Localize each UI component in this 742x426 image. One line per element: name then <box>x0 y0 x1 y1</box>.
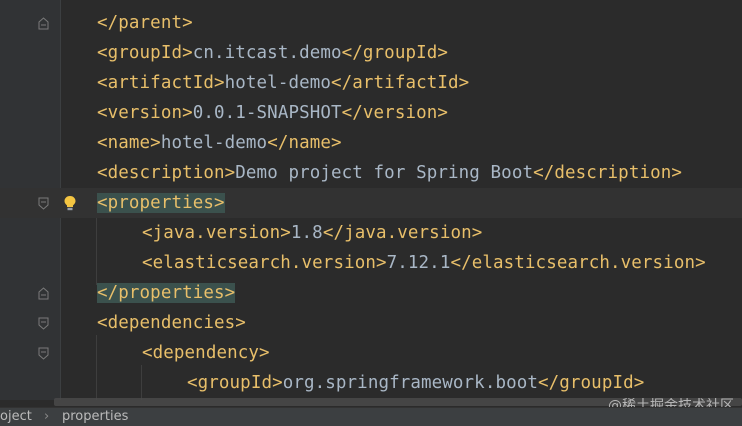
code-text: </parent> <box>97 8 193 38</box>
code-text: <groupId>cn.itcast.demo</groupId> <box>97 38 448 68</box>
code-line[interactable]: <description>Demo project for Spring Boo… <box>0 158 742 188</box>
xml-tag: </parent> <box>97 13 193 33</box>
breadcrumb-bar: oject › properties <box>0 407 742 426</box>
code-text: <groupId>org.springframework.boot</group… <box>187 368 644 398</box>
fold-marker-icon[interactable] <box>38 197 49 210</box>
code-line[interactable]: <elasticsearch.version>7.12.1</elasticse… <box>0 248 742 278</box>
code-line[interactable]: <dependency> <box>0 338 742 368</box>
xml-tag: <artifactId> <box>97 73 225 93</box>
fold-marker-icon[interactable] <box>38 317 49 330</box>
code-editor[interactable]: </parent> <groupId>cn.itcast.demo</groupI… <box>0 0 742 425</box>
code-line[interactable]: <groupId>org.springframework.boot</group… <box>0 368 742 398</box>
code-line[interactable]: <version>0.0.1-SNAPSHOT</version> <box>0 98 742 128</box>
xml-text-value: hotel-demo <box>160 133 268 153</box>
lightbulb-icon[interactable] <box>63 195 77 211</box>
xml-text-value: org.springframework.boot <box>282 373 538 393</box>
xml-tag: <version> <box>97 103 193 123</box>
breadcrumb-item[interactable]: properties <box>62 409 128 425</box>
code-text: <java.version>1.8</java.version> <box>142 218 482 248</box>
xml-tag: <dependencies> <box>97 313 246 333</box>
xml-tag: </elasticsearch.version> <box>450 253 706 273</box>
code-line[interactable]: <dependencies> <box>0 308 742 338</box>
xml-text-value: cn.itcast.demo <box>192 43 342 63</box>
xml-tag: </version> <box>341 103 448 123</box>
code-text: <properties> <box>97 188 225 218</box>
xml-tag: </groupId> <box>341 43 448 63</box>
code-text: <artifactId>hotel-demo</artifactId> <box>97 68 469 98</box>
code-line[interactable]: <java.version>1.8</java.version> <box>0 218 742 248</box>
code-line[interactable]: <properties> <box>0 188 742 218</box>
code-text: <name>hotel-demo</name> <box>97 128 342 158</box>
xml-tag: <groupId> <box>97 43 193 63</box>
xml-text-value: 1.8 <box>290 223 323 243</box>
code-text: <version>0.0.1-SNAPSHOT</version> <box>97 98 448 128</box>
xml-tag: <java.version> <box>142 223 291 243</box>
code-text: <description>Demo project for Spring Boo… <box>97 158 682 188</box>
xml-tag: </artifactId> <box>331 73 470 93</box>
xml-text-value: Demo project for Spring Boot <box>235 163 534 183</box>
xml-tag: </groupId> <box>538 373 645 393</box>
xml-tag: </name> <box>267 133 342 153</box>
breadcrumb-item[interactable]: oject <box>0 409 32 425</box>
code-text: <dependencies> <box>97 308 246 338</box>
code-text: <dependency> <box>142 338 270 368</box>
code-line[interactable]: <name>hotel-demo</name> <box>0 128 742 158</box>
code-line[interactable]: </properties> <box>0 278 742 308</box>
xml-tag: </description> <box>533 163 682 183</box>
xml-text-value: hotel-demo <box>224 73 331 93</box>
xml-tag-highlighted: <properties> <box>97 193 225 213</box>
fold-marker-icon[interactable] <box>38 347 49 360</box>
code-text: </properties> <box>97 278 236 308</box>
xml-tag: <groupId> <box>187 373 283 393</box>
xml-tag: </java.version> <box>322 223 483 243</box>
code-text: <elasticsearch.version>7.12.1</elasticse… <box>142 248 706 278</box>
xml-tag: <name> <box>97 133 161 153</box>
xml-tag: <dependency> <box>142 343 270 363</box>
code-line[interactable]: <groupId>cn.itcast.demo</groupId> <box>0 38 742 68</box>
xml-text-value: 7.12.1 <box>386 253 451 273</box>
fold-marker-icon[interactable] <box>38 17 49 30</box>
breadcrumb-separator-icon: › <box>44 409 50 424</box>
code-line[interactable]: <artifactId>hotel-demo</artifactId> <box>0 68 742 98</box>
fold-marker-icon[interactable] <box>38 287 49 300</box>
xml-tag: <description> <box>97 163 236 183</box>
xml-tag-highlighted: </properties> <box>97 283 236 303</box>
code-line[interactable]: </parent> <box>0 8 742 38</box>
xml-text-value: 0.0.1-SNAPSHOT <box>192 103 342 123</box>
xml-tag: <elasticsearch.version> <box>142 253 387 273</box>
